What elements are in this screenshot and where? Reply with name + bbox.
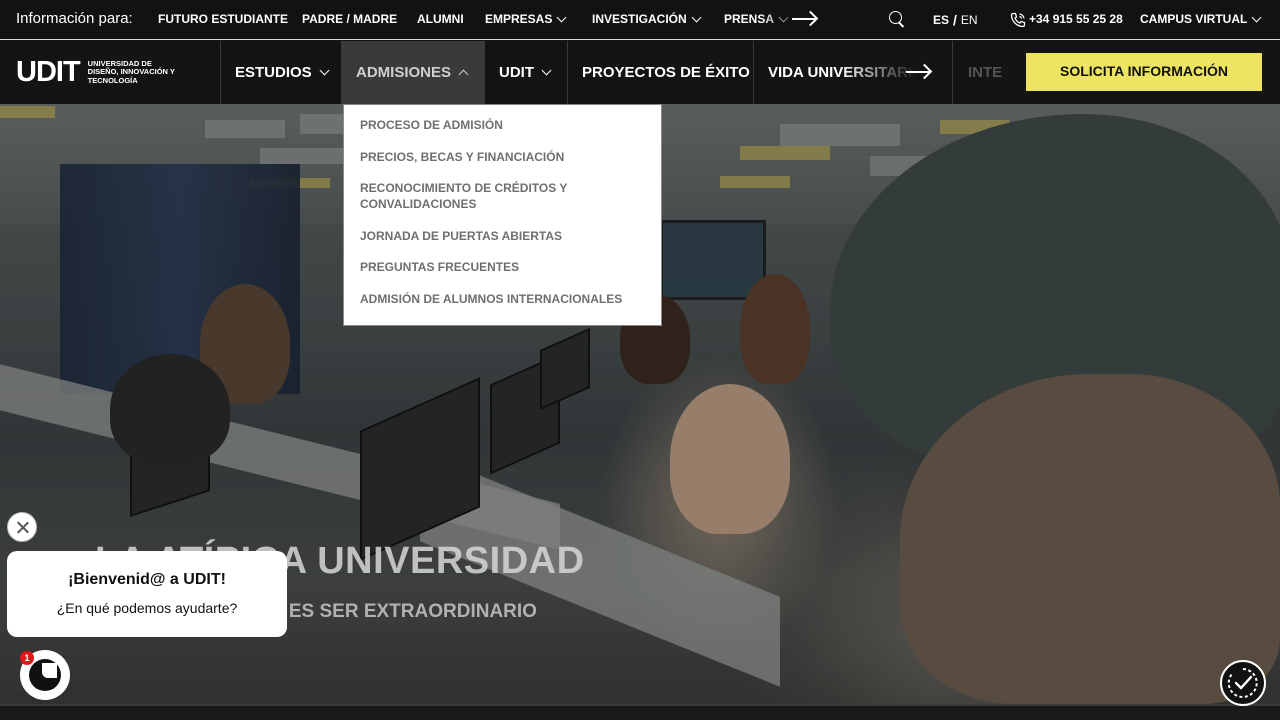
nav-item-label: INTE (968, 64, 1003, 81)
dropdown-item-jornada[interactable]: JORNADA DE PUERTAS ABIERTAS (360, 228, 645, 244)
lang-es[interactable]: ES (933, 13, 949, 27)
request-info-button[interactable]: SOLICITA INFORMACIÓN (1026, 53, 1262, 91)
accessibility-button[interactable] (1220, 660, 1266, 706)
nav-item-label: UDIT (499, 64, 534, 81)
chat-logo-icon (29, 659, 61, 691)
dropdown-item-preguntas[interactable]: PREGUNTAS FRECUENTES (360, 259, 645, 275)
chat-title: ¡Bienvenid@ a UDIT! (68, 571, 226, 588)
topbar-link-futuro-estudiante[interactable]: FUTURO ESTUDIANTE (158, 12, 288, 26)
nav-divider (952, 41, 953, 104)
chevron-down-icon (691, 12, 702, 22)
chevron-down-icon (556, 12, 567, 22)
info-for-label: Información para: (16, 10, 133, 27)
nav-item-udit[interactable]: UDIT (499, 41, 552, 104)
topbar-link-investigacion[interactable]: INVESTIGACIÓN (592, 12, 702, 26)
topbar-link-empresas[interactable]: EMPRESAS (485, 12, 567, 26)
logo-mark: UDIT (16, 56, 81, 88)
chat-text: ¿En qué podemos ayudarte? (56, 600, 238, 616)
chevron-up-icon (458, 69, 469, 79)
nav-item-proyectos[interactable]: PROYECTOS DE ÉXITO (582, 41, 750, 104)
dropdown-item-internacionales[interactable]: ADMISIÓN DE ALUMNOS INTERNACIONALES (360, 291, 645, 307)
campus-virtual-label: CAMPUS VIRTUAL (1140, 12, 1248, 26)
dropdown-item-reconocimiento[interactable]: RECONOCIMIENTO DE CRÉDITOS Y CONVALIDACI… (360, 180, 590, 212)
topbar-link-investigacion-label: INVESTIGACIÓN (592, 12, 687, 26)
utility-bar: Información para: FUTURO ESTUDIANTE PADR… (0, 0, 1280, 40)
arrow-right-icon[interactable] (906, 65, 932, 79)
nav-item-label: ESTUDIOS (235, 64, 312, 81)
check-badge-icon (1227, 668, 1258, 698)
nav-item-internacional[interactable]: INTE (968, 41, 1002, 104)
search-icon[interactable] (889, 11, 905, 27)
admisiones-dropdown: PROCESO DE ADMISIÓN PRECIOS, BECAS Y FIN… (343, 104, 662, 326)
dropdown-item-proceso[interactable]: PROCESO DE ADMISIÓN (360, 117, 645, 133)
main-nav: UDIT UNIVERSIDAD DE DISEÑO, INNOVACIÓN Y… (0, 41, 1280, 104)
language-switch: ES / EN (933, 12, 978, 28)
chat-close-icon[interactable] (7, 512, 37, 542)
topbar-link-empresas-label: EMPRESAS (485, 12, 553, 26)
page-bottom-strip (0, 704, 1280, 720)
arrow-right-icon[interactable] (792, 12, 818, 26)
nav-item-label: PROYECTOS DE ÉXITO (582, 64, 750, 81)
chevron-down-icon (1251, 12, 1262, 22)
logo-text: UNIVERSIDAD DE DISEÑO, INNOVACIÓN Y TECN… (87, 58, 175, 85)
chat-welcome-bubble[interactable]: ¡Bienvenid@ a UDIT! ¿En qué podemos ayud… (7, 551, 287, 637)
nav-divider (484, 41, 485, 104)
nav-divider (567, 41, 568, 104)
chevron-down-icon (319, 65, 330, 76)
lang-separator: / (953, 12, 957, 28)
dropdown-item-precios[interactable]: PRECIOS, BECAS Y FINANCIACIÓN (360, 149, 645, 165)
nav-divider (753, 41, 754, 104)
topbar-link-alumni[interactable]: ALUMNI (417, 12, 464, 26)
nav-divider (220, 41, 221, 104)
topbar-link-padre-madre[interactable]: PADRE / MADRE (302, 12, 397, 26)
lang-en[interactable]: EN (961, 13, 978, 27)
campus-virtual-link[interactable]: CAMPUS VIRTUAL (1140, 12, 1262, 26)
nav-item-estudios[interactable]: ESTUDIOS (235, 41, 330, 104)
nav-item-label: ADMISIONES (356, 64, 452, 81)
chat-notification-badge: 1 (20, 651, 34, 665)
nav-item-admisiones[interactable]: ADMISIONES (342, 41, 484, 104)
phone-number[interactable]: +34 915 55 25 28 (1029, 12, 1123, 26)
phone-icon (1010, 12, 1026, 28)
nav-scroll-fade (840, 41, 950, 104)
chevron-down-icon (541, 65, 552, 76)
udit-logo[interactable]: UDIT UNIVERSIDAD DE DISEÑO, INNOVACIÓN Y… (16, 58, 184, 87)
